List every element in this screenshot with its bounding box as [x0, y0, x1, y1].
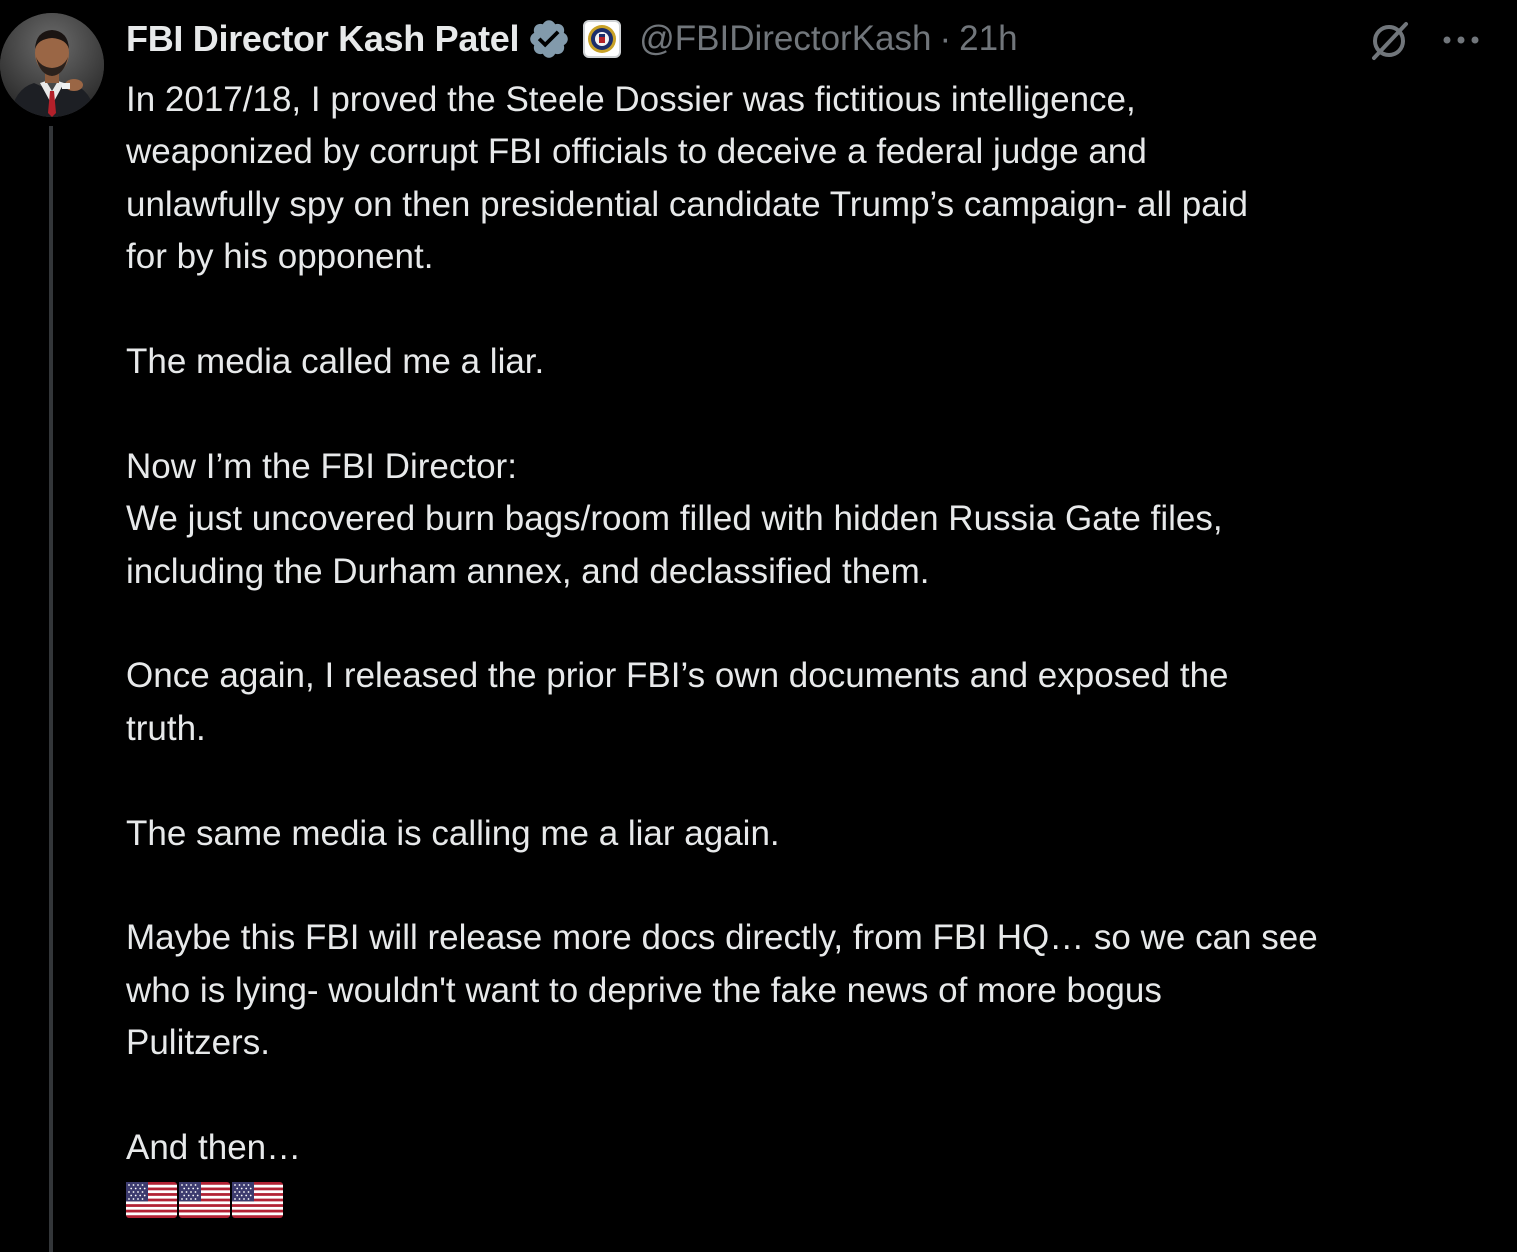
post-paragraph: Once again, I released the prior FBI’s o… — [126, 656, 1229, 748]
post-text: In 2017/18, I proved the Steele Dossier … — [126, 74, 1496, 1219]
post-paragraph: In 2017/18, I proved the Steele Dossier … — [126, 80, 1248, 277]
author-handle[interactable]: @FBIDirectorKash — [639, 19, 931, 59]
more-icon[interactable] — [1441, 20, 1481, 60]
us-flag-icon — [126, 1182, 177, 1219]
post-header: FBI Director Kash Patel @FBIDirectorKash… — [126, 14, 1018, 64]
avatar-photo — [0, 13, 104, 117]
fbi-seal-icon[interactable] — [583, 20, 622, 58]
post-paragraph: Maybe this FBI will release more docs di… — [126, 918, 1318, 1063]
thread-line — [49, 126, 53, 1252]
us-flag-icon — [179, 1182, 230, 1219]
post-paragraph: And then… — [126, 1128, 302, 1168]
us-flag-icon — [232, 1182, 283, 1219]
post-paragraph: The media called me a liar. — [126, 342, 545, 382]
post-paragraph: Now I’m the FBI Director: We just uncove… — [126, 446, 1223, 591]
verified-badge-icon[interactable] — [527, 17, 571, 61]
post-timestamp[interactable]: 21h — [959, 19, 1017, 59]
avatar[interactable] — [0, 13, 104, 117]
header-separator: · — [939, 19, 952, 58]
tweet-article[interactable]: FBI Director Kash Patel @FBIDirectorKash… — [0, 0, 1517, 1252]
grok-icon[interactable] — [1366, 18, 1412, 64]
author-display-name[interactable]: FBI Director Kash Patel — [126, 18, 520, 60]
post-paragraph: The same media is calling me a liar agai… — [126, 813, 780, 853]
flag-emoji-row — [126, 1182, 1496, 1219]
